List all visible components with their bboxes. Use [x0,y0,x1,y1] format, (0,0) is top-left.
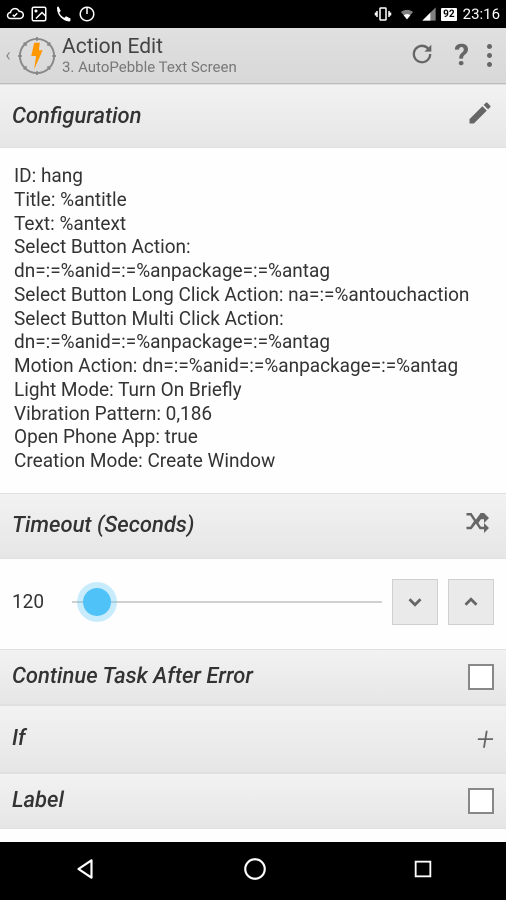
nav-back-button[interactable] [72,856,98,886]
signal-icon [421,6,437,22]
continue-after-error-checkbox[interactable] [468,664,494,690]
help-button[interactable]: ? [454,38,469,73]
configuration-header[interactable]: Configuration [0,84,506,148]
wifi-icon [397,6,417,22]
timeout-controls: 120 [0,559,506,649]
timeout-increase-button[interactable] [448,579,494,625]
cloud-check-icon [6,5,24,23]
page-subtitle: 3. AutoPebble Text Screen [62,59,408,76]
power-icon [78,5,96,23]
label-checkbox[interactable] [468,788,494,814]
if-title: If [12,726,26,751]
timeout-value: 120 [12,590,62,613]
tasker-icon[interactable] [16,35,58,77]
android-nav-bar [0,842,506,900]
nav-recent-button[interactable] [412,858,434,884]
configuration-title: Configuration [12,104,142,129]
refresh-button[interactable] [408,40,436,72]
back-button[interactable]: ‹ [0,45,16,66]
configuration-body: ID: hang Title: %antitle Text: %antext S… [0,148,506,493]
clock: 23:16 [463,5,500,23]
timeout-header[interactable]: Timeout (Seconds) [0,493,506,559]
nav-home-button[interactable] [242,856,268,886]
phone-icon [54,5,72,23]
add-condition-button[interactable]: + [476,720,494,758]
edit-icon[interactable] [466,99,494,133]
timeout-slider[interactable] [72,587,382,617]
vibrate-icon [373,5,393,23]
timeout-decrease-button[interactable] [392,579,438,625]
timeout-title: Timeout (Seconds) [12,513,194,538]
label-row[interactable]: Label [0,773,506,829]
label-title: Label [12,788,64,813]
app-bar: ‹ Action Edit 3. AutoPebble Text Screen … [0,28,506,84]
battery-level: 92 [441,8,456,21]
continue-after-error-row[interactable]: Continue Task After Error [0,649,506,705]
android-status-bar: 92 23:16 [0,0,506,28]
if-row[interactable]: If + [0,705,506,773]
shuffle-icon[interactable] [464,508,494,544]
overflow-menu-button[interactable] [487,44,492,67]
page-title: Action Edit [62,36,408,59]
image-icon [30,5,48,23]
continue-after-error-title: Continue Task After Error [12,664,253,689]
